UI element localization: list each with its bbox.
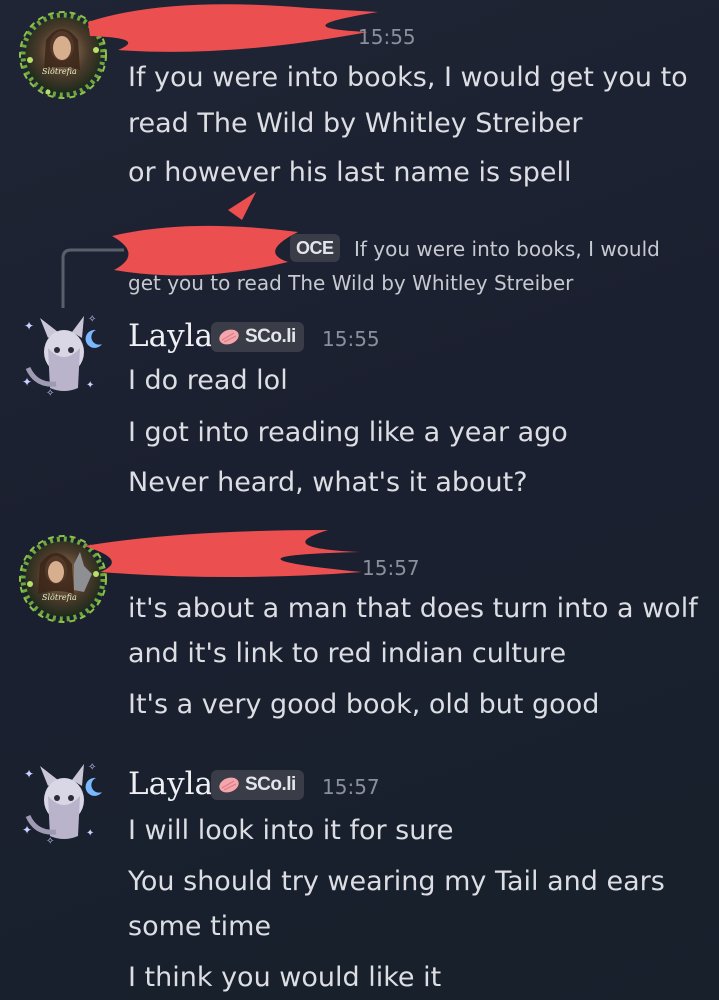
reply-tag-text: OCE — [296, 237, 334, 258]
reply-preview-text[interactable]: get you to read The Wild by Whitley Stre… — [128, 270, 573, 296]
message-text: and it's link to red indian culture — [128, 638, 567, 669]
message-text: If you were into books, I would get you … — [128, 62, 688, 93]
svg-text:Slötrefia: Slötrefia — [42, 593, 77, 602]
svg-text:✦: ✦ — [22, 823, 32, 837]
message-text: You should try wearing my Tail and ears — [128, 866, 665, 897]
author-name[interactable]: Layla — [128, 318, 213, 354]
guild-tag-badge[interactable]: SCo.li — [211, 770, 304, 800]
svg-text:✧: ✧ — [88, 762, 96, 773]
message-text: or however his last name is spell — [128, 157, 572, 188]
guild-tag-badge[interactable]: SCo.li — [211, 322, 304, 352]
svg-text:✦: ✦ — [24, 319, 34, 333]
redaction-mark — [84, 530, 362, 577]
guild-tag-text: SCo.li — [245, 326, 296, 347]
message-text: read The Wild by Whitley Streiber — [128, 108, 583, 139]
message-text: some time — [128, 911, 272, 942]
redaction-mark — [88, 4, 378, 52]
avatar-starry-fox[interactable]: ✦ ✧ ✦ ✧ ✦ — [18, 756, 108, 847]
message-text: Never heard, what's it about? — [128, 467, 528, 498]
svg-text:✦: ✦ — [24, 767, 34, 781]
svg-text:Slötrefia: Slötrefia — [42, 67, 77, 76]
message-text: I will look into it for sure — [128, 815, 454, 846]
svg-text:✦: ✦ — [22, 375, 32, 389]
message-text: I do read lol — [128, 365, 288, 396]
svg-text:✧: ✧ — [46, 388, 54, 398]
reply-tag-badge: OCE — [290, 234, 340, 262]
message-text: It's a very good book, old but good — [128, 689, 600, 720]
message-timestamp: 15:57 — [362, 556, 420, 580]
pink-shell-icon — [219, 329, 239, 345]
svg-text:✦: ✦ — [86, 828, 94, 839]
svg-text:✦: ✦ — [86, 380, 94, 391]
message-text: I think you would like it — [128, 962, 442, 993]
message-timestamp: 15:55 — [358, 25, 416, 49]
svg-text:✧: ✧ — [88, 314, 96, 325]
svg-text:✧: ✧ — [46, 836, 54, 846]
pink-shell-icon — [219, 777, 239, 793]
author-name[interactable]: Layla — [128, 766, 213, 802]
guild-tag-text: SCo.li — [245, 774, 296, 795]
reply-preview-text[interactable]: If you were into books, I would — [354, 236, 660, 262]
message-text: I got into reading like a year ago — [128, 417, 568, 448]
message-text: it's about a man that does turn into a w… — [128, 593, 698, 624]
message-timestamp: 15:57 — [322, 775, 380, 799]
avatar-starry-fox[interactable]: ✦ ✧ ✦ ✧ ✦ — [18, 308, 108, 399]
message-timestamp: 15:55 — [322, 327, 380, 351]
